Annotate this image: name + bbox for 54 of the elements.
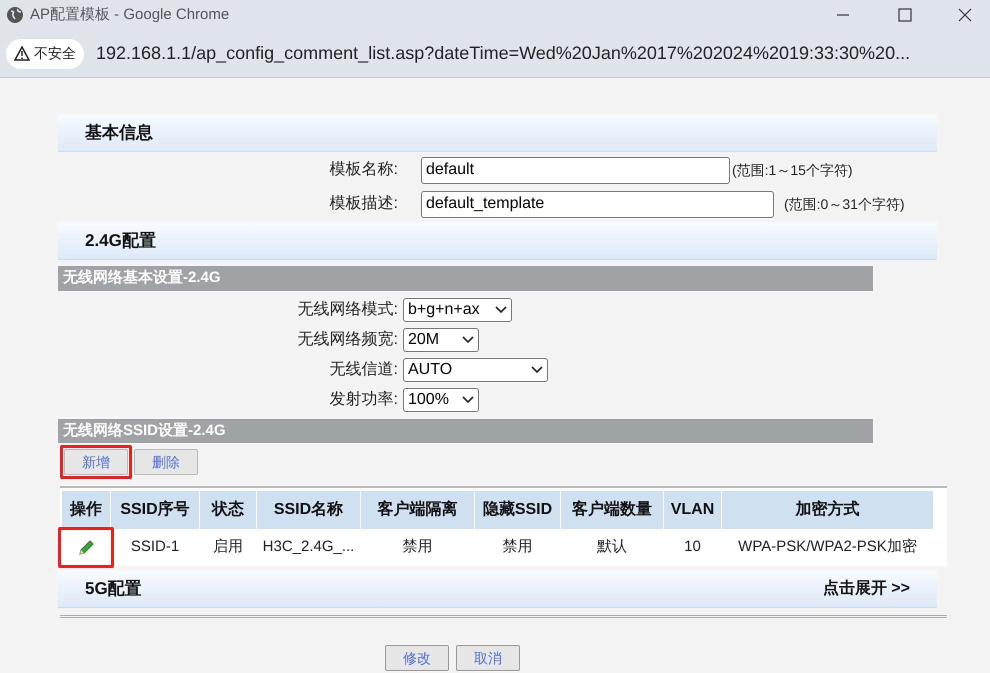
dropdown[interactable]: 100% xyxy=(403,388,479,412)
close-icon[interactable] xyxy=(958,8,972,22)
select-label: 无线网络模式: xyxy=(296,300,398,320)
caret-icon xyxy=(462,336,474,344)
input-field[interactable]: default_template xyxy=(421,190,774,218)
security-label: 不安全 xyxy=(34,44,76,63)
table-cell-text: H3C_2.4G_... xyxy=(262,537,356,558)
range-hint: (范围:0～31个字符) xyxy=(784,194,905,214)
caret-icon xyxy=(462,396,474,404)
column-header: 状态 xyxy=(200,491,256,529)
toolbar-button[interactable]: 删除 xyxy=(134,449,198,475)
dropdown[interactable]: 20M xyxy=(403,328,479,352)
globe-icon xyxy=(6,6,24,24)
pencil-icon[interactable] xyxy=(77,538,95,556)
toolbar-button[interactable]: 新增 xyxy=(64,449,128,475)
maximize-icon[interactable] xyxy=(898,8,912,22)
range-hint: (范围:1～15个字符) xyxy=(732,160,853,180)
section-title: 基本信息 xyxy=(85,122,153,144)
table-cell-text: WPA-PSK/WPA2-PSK加密 xyxy=(737,537,918,558)
column-header: VLAN xyxy=(664,491,721,529)
column-header: SSID名称 xyxy=(257,491,360,529)
column-header: 隐藏SSID xyxy=(475,491,560,529)
table-cell-text: SSID-1 xyxy=(130,537,180,558)
column-header: SSID序号 xyxy=(111,491,199,529)
table-cell-text: 禁用 xyxy=(502,537,534,558)
warning-icon xyxy=(14,46,30,61)
table-cell-text: 10 xyxy=(683,537,702,558)
select-label: 无线网络频宽: xyxy=(296,330,398,350)
input-field[interactable]: default xyxy=(421,156,730,184)
dropdown[interactable]: b+g+n+ax xyxy=(403,298,512,322)
column-header: 加密方式 xyxy=(722,491,933,529)
caret-icon xyxy=(495,306,507,314)
section-title: 2.4G配置 xyxy=(85,230,156,252)
url-text[interactable]: 192.168.1.1/ap_config_comment_list.asp?dateTime=Wed%20Jan%2017%202024%2019:33:30%20... xyxy=(96,40,910,67)
column-header: 操作 xyxy=(62,491,110,529)
section-title: 5G配置 xyxy=(85,578,142,600)
subsection-title: 无线网络基本设置-2.4G xyxy=(63,268,221,288)
table-cell-text: 禁用 xyxy=(402,537,434,558)
table-cell-text: 默认 xyxy=(596,537,628,558)
form-button[interactable]: 修改 xyxy=(385,645,449,671)
form-button[interactable]: 取消 xyxy=(456,645,520,671)
column-header: 客户端隔离 xyxy=(361,491,474,529)
dropdown[interactable]: AUTO xyxy=(403,358,548,382)
caret-icon xyxy=(531,366,543,374)
field-label: 模板描述: xyxy=(328,194,398,214)
expand-link[interactable]: 点击展开 >> xyxy=(822,576,910,600)
table-cell-text: 启用 xyxy=(212,537,244,558)
field-label: 模板名称: xyxy=(328,160,398,180)
select-label: 无线信道: xyxy=(328,360,398,380)
window-title: AP配置模板 - Google Chrome xyxy=(30,4,230,25)
security-chip[interactable]: 不安全 xyxy=(6,38,84,68)
subsection-title: 无线网络SSID设置-2.4G xyxy=(63,420,226,441)
column-header: 客户端数量 xyxy=(561,491,663,529)
select-label: 发射功率: xyxy=(328,390,398,410)
